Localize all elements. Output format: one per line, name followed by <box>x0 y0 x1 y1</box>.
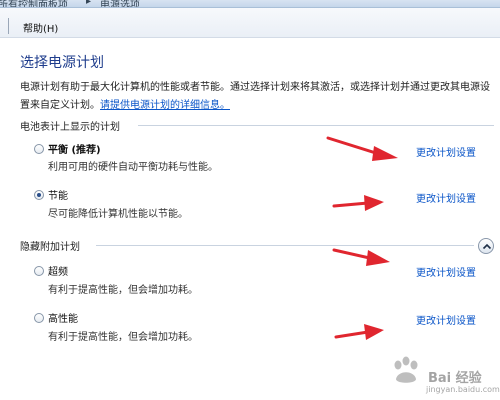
battery-plans-heading: 电池表计上显示的计划 <box>20 122 120 133</box>
annotation-arrow-icon <box>326 136 398 161</box>
baidu-paw-icon <box>394 356 418 383</box>
group-divider <box>96 245 474 246</box>
menu-help[interactable]: 帮助(H) <box>23 20 58 35</box>
plan-balanced-desc: 利用可用的硬件自动平衡功耗与性能。 <box>48 162 218 173</box>
baidu-watermark: Bai 经验 jingyan.baidu.com <box>382 345 500 397</box>
plan-overclock-name: 超频 <box>48 267 68 278</box>
radio-high-performance[interactable] <box>34 313 44 323</box>
group-divider <box>138 125 494 126</box>
menu-bar: 帮助(H) <box>0 8 500 38</box>
collapse-chevron-icon[interactable] <box>478 238 494 254</box>
breadcrumb-control-panel[interactable]: 所有控制面板项 <box>0 0 68 7</box>
change-plan-settings-link-high-performance[interactable]: 更改计划设置 <box>416 312 476 327</box>
breadcrumb-power-options[interactable]: 电源选项 <box>100 0 140 7</box>
radio-overclock[interactable] <box>34 266 44 276</box>
breadcrumb-separator: ▸ <box>86 0 92 7</box>
annotation-arrow-icon <box>334 324 384 340</box>
plan-power-saver-desc: 尽可能降低计算机性能以节能。 <box>48 209 188 220</box>
plan-power-saver-name: 节能 <box>48 191 68 202</box>
plan-high-performance-name: 高性能 <box>48 314 78 325</box>
plan-high-performance-desc: 有利于提高性能，但会增加功耗。 <box>48 332 198 343</box>
menu-separator <box>8 18 9 34</box>
page-title: 选择电源计划 <box>20 55 104 71</box>
page-description: 电源计划有助于最大化计算机的性能或者节能。通过选择计划来将其激活，或选择计划并通… <box>20 79 494 115</box>
annotation-arrow-icon <box>332 195 384 211</box>
plan-info-link[interactable]: 请提供电源计划的详细信息。 <box>100 100 230 111</box>
hidden-plans-heading[interactable]: 隐藏附加计划 <box>20 238 80 253</box>
annotation-arrow-icon <box>332 248 390 266</box>
plan-overclock-desc: 有利于提高性能，但会增加功耗。 <box>48 285 198 296</box>
plan-balanced-name: 平衡 (推荐) <box>48 145 101 156</box>
watermark-url: jingyan.baidu.com <box>426 385 500 394</box>
radio-balanced[interactable] <box>34 144 44 154</box>
radio-power-saver[interactable] <box>34 190 44 200</box>
change-plan-settings-link-balanced[interactable]: 更改计划设置 <box>416 144 476 159</box>
change-plan-settings-link-overclock[interactable]: 更改计划设置 <box>416 264 476 279</box>
change-plan-settings-link-power-saver[interactable]: 更改计划设置 <box>416 190 476 205</box>
watermark-text: Bai 经验 <box>428 371 482 386</box>
breadcrumb: 所有控制面板项 ▸ 电源选项 <box>0 0 500 8</box>
description-text: 电源计划有助于最大化计算机的性能或者节能。通过选择计划来将其激活，或选择计划并通… <box>20 82 490 111</box>
